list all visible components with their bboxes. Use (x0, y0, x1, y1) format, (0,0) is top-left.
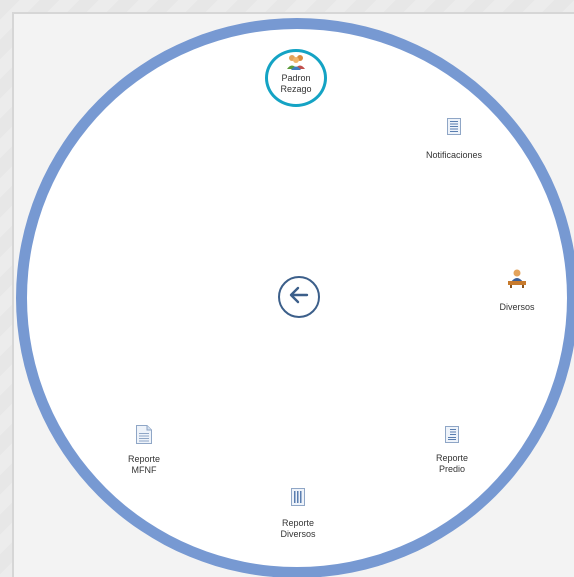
report-document-icon (445, 426, 459, 443)
menu-item-label: Reporte MFNF (127, 454, 161, 475)
menu-item-label: Notificaciones (425, 150, 483, 160)
document-icon (136, 425, 152, 444)
menu-item-diversos[interactable]: Diversos (472, 268, 562, 313)
page: Padron Rezago Notificaciones Diversos Re… (0, 0, 574, 577)
person-at-desk-icon (507, 268, 527, 288)
menu-item-padron-rezago[interactable]: Padron Rezago (251, 54, 341, 95)
menu-item-reporte-predio[interactable]: Reporte Predio (407, 426, 497, 475)
menu-item-label: Reporte Diversos (280, 518, 316, 539)
menu-item-notificaciones[interactable]: Notificaciones (409, 118, 499, 161)
menu-item-label: Diversos (499, 302, 535, 312)
back-button[interactable] (278, 276, 320, 318)
menu-item-reporte-diversos[interactable]: Reporte Diversos (253, 488, 343, 540)
menu-item-reporte-mfnf[interactable]: Reporte MFNF (99, 425, 189, 476)
menu-item-label: Padron Rezago (280, 73, 312, 94)
people-icon (286, 54, 306, 70)
menu-item-label: Reporte Predio (435, 453, 469, 474)
report-list-icon (291, 488, 305, 506)
document-list-icon (447, 118, 461, 135)
arrow-left-icon (289, 286, 309, 309)
